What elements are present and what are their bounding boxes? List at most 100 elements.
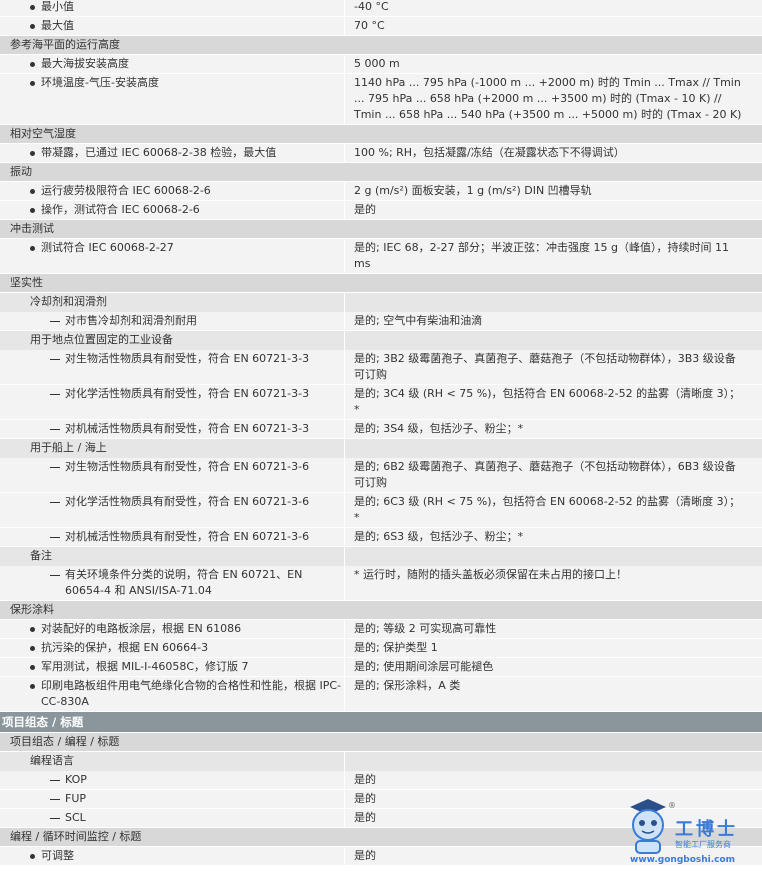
spec-value: 100 %; RH，包括凝露/冻结（在凝露状态下不得调试）: [345, 144, 762, 162]
subsection-header: 备注: [0, 547, 762, 566]
dash-icon: [50, 780, 60, 781]
spec-label-cell: 对生物活性物质具有耐受性，符合 EN 60721-3-3: [0, 350, 345, 384]
spec-label-cell: SCL: [0, 809, 345, 827]
spec-label-cell: 对市售冷却剂和润滑剂耐用: [0, 312, 345, 330]
spec-label-cell: 印刷电路板组件用电气绝缘化合物的合格性和性能，根据 IPC-CC-830A: [0, 677, 345, 711]
spec-row: 对生物活性物质具有耐受性，符合 EN 60721-3-3 是的; 3B2 级霉菌孢…: [0, 350, 762, 385]
section-header: 项目组态 / 编程 / 标题: [0, 733, 762, 752]
spec-label: 对市售冷却剂和润滑剂耐用: [65, 314, 197, 327]
spec-label-cell: 最小值: [0, 0, 345, 16]
spec-label: 印刷电路板组件用电气绝缘化合物的合格性和性能，根据 IPC-CC-830A: [41, 679, 342, 708]
robot-mascot-icon: [630, 799, 666, 854]
bullet-icon: [30, 208, 35, 213]
subsection-header: 冷却剂和润滑剂: [0, 293, 762, 312]
subsection-header: 用于地点位置固定的工业设备: [0, 331, 762, 350]
spec-value: -40 °C: [345, 0, 762, 16]
section-header: 振动: [0, 163, 762, 182]
spec-label-cell: 对生物活性物质具有耐受性，符合 EN 60721-3-6: [0, 458, 345, 492]
spec-label: 操作，测试符合 IEC 60068-2-6: [41, 203, 200, 216]
bullet-icon: [30, 665, 35, 670]
spec-label: 可调整: [41, 849, 74, 862]
spec-label: 有关环境条件分类的说明，符合 EN 60721、EN 60654-4 和 ANS…: [65, 568, 303, 597]
spec-label-cell: 操作，测试符合 IEC 60068-2-6: [0, 201, 345, 219]
subsection-spacer: [345, 752, 762, 771]
spec-row: 对机械活性物质具有耐受性，符合 EN 60721-3-6 是的; 6S3 级，包括…: [0, 528, 762, 547]
bullet-icon: [30, 5, 35, 10]
spec-value: 是的; 6C3 级 (RH < 75 %)，包括符合 EN 60068-2-52…: [345, 493, 762, 527]
subsection-spacer: [345, 439, 762, 458]
registered-mark: ®: [668, 801, 676, 810]
spec-label: 测试符合 IEC 60068-2-27: [41, 241, 174, 254]
spec-value: 是的; IEC 68，2-27 部分；半波正弦：冲击强度 15 g（峰值），持续…: [345, 239, 762, 273]
dash-icon: [50, 467, 60, 468]
spec-row: 抗污染的保护，根据 EN 60664-3 是的; 保护类型 1: [0, 639, 762, 658]
bullet-icon: [30, 189, 35, 194]
spec-row: KOP 是的: [0, 771, 762, 790]
bullet-icon: [30, 62, 35, 67]
spec-row: 操作，测试符合 IEC 60068-2-6 是的: [0, 201, 762, 220]
spec-label: 运行疲劳极限符合 IEC 60068-2-6: [41, 184, 211, 197]
spec-label-cell: 对化学活性物质具有耐受性，符合 EN 60721-3-3: [0, 385, 345, 419]
dash-icon: [50, 537, 60, 538]
spec-row: 有关环境条件分类的说明，符合 EN 60721、EN 60654-4 和 ANS…: [0, 566, 762, 601]
spec-label: 对机械活性物质具有耐受性，符合 EN 60721-3-3: [65, 422, 310, 435]
spec-row: 环境温度-气压-安装高度 1140 hPa ... 795 hPa (-1000 …: [0, 74, 762, 125]
spec-label: FUP: [65, 792, 87, 805]
spec-value: 5 000 m: [345, 55, 762, 73]
subsection-label: 用于船上 / 海上: [0, 439, 345, 458]
spec-label-cell: 对化学活性物质具有耐受性，符合 EN 60721-3-6: [0, 493, 345, 527]
spec-row: 测试符合 IEC 60068-2-27 是的; IEC 68，2-27 部分；半波…: [0, 239, 762, 274]
section-header: 坚实性: [0, 274, 762, 293]
bullet-icon: [30, 81, 35, 86]
subsection-spacer: [345, 293, 762, 312]
bullet-icon: [30, 627, 35, 632]
spec-label: 最小值: [41, 0, 74, 13]
spec-table: 最小值 -40 °C 最大值 70 °C 参考海平面的运行高度 最大海拔安装高度 5 000…: [0, 0, 762, 866]
logo-subtitle: 智能工厂服务商: [675, 840, 731, 849]
bullet-icon: [30, 684, 35, 689]
spec-value: 是的; 空气中有柴油和油滴: [345, 312, 762, 330]
spec-label: 对生物活性物质具有耐受性，符合 EN 60721-3-3: [65, 352, 310, 365]
dash-icon: [50, 359, 60, 360]
spec-row: 对市售冷却剂和润滑剂耐用 是的; 空气中有柴油和油滴: [0, 312, 762, 331]
subsection-label: 备注: [0, 547, 345, 566]
spec-row: 印刷电路板组件用电气绝缘化合物的合格性和性能，根据 IPC-CC-830A 是的;…: [0, 677, 762, 712]
spec-value: 是的; 保形涂料，A 类: [345, 677, 762, 711]
subsection-label: 冷却剂和润滑剂: [0, 293, 345, 312]
spec-value: 是的: [345, 771, 762, 789]
spec-value: 是的; 3S4 级，包括沙子、粉尘；*: [345, 420, 762, 438]
spec-label: 环境温度-气压-安装高度: [41, 76, 159, 89]
spec-label-cell: FUP: [0, 790, 345, 808]
spec-label-cell: 对机械活性物质具有耐受性，符合 EN 60721-3-3: [0, 420, 345, 438]
spec-label-cell: KOP: [0, 771, 345, 789]
subsection-spacer: [345, 331, 762, 350]
spec-value: 是的; 3B2 级霉菌孢子、真菌孢子、蘑菇孢子（不包括动物群体），3B3 级设备…: [345, 350, 762, 384]
spec-label-cell: 抗污染的保护，根据 EN 60664-3: [0, 639, 345, 657]
spec-value: 是的; 6S3 级，包括沙子、粉尘；*: [345, 528, 762, 546]
dash-icon: [50, 502, 60, 503]
spec-label-cell: 最大海拔安装高度: [0, 55, 345, 73]
bullet-icon: [30, 246, 35, 251]
spec-label: 对装配好的电路板涂层，根据 EN 61086: [41, 622, 242, 635]
subsection-spacer: [345, 547, 762, 566]
spec-value: 2 g (m/s²) 面板安装，1 g (m/s²) DIN 凹槽导轨: [345, 182, 762, 200]
bullet-icon: [30, 151, 35, 156]
spec-value: 是的; 使用期间涂层可能褪色: [345, 658, 762, 676]
spec-row: 最大值 70 °C: [0, 17, 762, 36]
subsection-label: 编程语言: [0, 752, 345, 771]
spec-label: 对化学活性物质具有耐受性，符合 EN 60721-3-3: [65, 387, 310, 400]
spec-label: 抗污染的保护，根据 EN 60664-3: [41, 641, 209, 654]
dash-icon: [50, 818, 60, 819]
major-section-title: 项目组态 / 标题: [0, 712, 762, 733]
spec-row: 对化学活性物质具有耐受性，符合 EN 60721-3-6 是的; 6C3 级 (R…: [0, 493, 762, 528]
dash-icon: [50, 799, 60, 800]
spec-value: 1140 hPa ... 795 hPa (-1000 m ... +2000 …: [345, 74, 762, 124]
spec-value: 70 °C: [345, 17, 762, 35]
spec-row: 最大海拔安装高度 5 000 m: [0, 55, 762, 74]
section-header: 相对空气湿度: [0, 125, 762, 144]
subsection-header: 用于船上 / 海上: [0, 439, 762, 458]
section-header: 冲击测试: [0, 220, 762, 239]
bullet-icon: [30, 24, 35, 29]
spec-label-cell: 运行疲劳极限符合 IEC 60068-2-6: [0, 182, 345, 200]
bullet-icon: [30, 854, 35, 859]
